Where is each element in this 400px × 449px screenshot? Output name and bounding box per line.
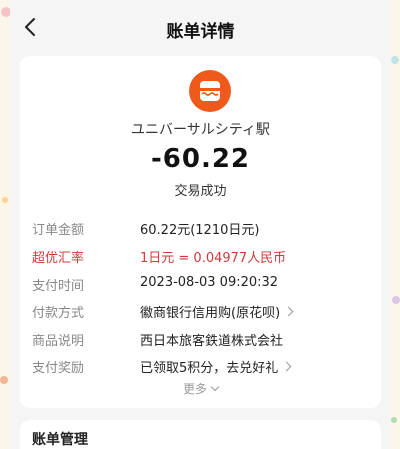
chevron-right-icon — [283, 306, 294, 317]
detail-value: 徽商银行信用购(原花呗) — [140, 306, 281, 321]
detail-label: 订单金额 — [32, 223, 85, 238]
bill-management-card[interactable]: 账单管理 — [20, 420, 381, 449]
page-title: 账单详情 — [166, 22, 235, 42]
transaction-status: 交易成功 — [174, 184, 227, 199]
chevron-right-icon — [281, 361, 292, 372]
detail-label: 商品说明 — [32, 334, 85, 349]
transaction-amount: -60.22 — [150, 144, 251, 174]
detail-row-product-description: 商品说明 西日本旅客鉄道株式会社 — [32, 330, 369, 350]
detail-row-exchange-rate: 超优汇率 1日元 = 0.04977人民币 — [32, 247, 369, 267]
detail-value-link[interactable]: 已领取5积分，去兑好礼 — [140, 357, 292, 376]
detail-value: 2023-08-03 09:20:32 — [140, 275, 279, 290]
navigation-bar: 账单详情 — [10, 0, 391, 54]
chevron-down-icon — [210, 382, 220, 392]
bill-detail-screen: 账单详情 ユニバーサルシティ駅 -60.22 交易成功 订单金额 60.22元(… — [10, 0, 391, 449]
more-label: 更多 — [182, 382, 207, 396]
detail-row-payment-reward[interactable]: 支付奖励 已领取5积分，去兑好礼 — [32, 357, 369, 377]
detail-value: 60.22元(1210日元) — [140, 223, 260, 238]
detail-label: 支付奖励 — [32, 361, 85, 376]
detail-label: 付款方式 — [32, 306, 85, 321]
more-button[interactable]: 更多 — [20, 380, 381, 397]
merchant-name: ユニバーサルシティ駅 — [131, 122, 270, 138]
merchant-store-icon — [189, 70, 231, 112]
detail-value: 西日本旅客鉄道株式会社 — [140, 334, 284, 349]
detail-label: 超优汇率 — [32, 251, 85, 266]
detail-value: 1日元 = 0.04977人民币 — [140, 251, 287, 266]
detail-value: 已领取5积分，去兑好礼 — [140, 361, 279, 376]
detail-row-payment-time: 支付时间 2023-08-03 09:20:32 — [32, 275, 369, 295]
bill-management-title: 账单管理 — [32, 432, 88, 448]
bill-summary-card: ユニバーサルシティ駅 -60.22 交易成功 订单金额 60.22元(1210日… — [20, 56, 381, 408]
detail-value-link[interactable]: 徽商银行信用购(原花呗) — [140, 302, 294, 321]
detail-row-payment-method[interactable]: 付款方式 徽商银行信用购(原花呗) — [32, 302, 369, 322]
detail-row-order-amount: 订单金额 60.22元(1210日元) — [32, 219, 369, 239]
detail-label: 支付时间 — [32, 279, 85, 294]
